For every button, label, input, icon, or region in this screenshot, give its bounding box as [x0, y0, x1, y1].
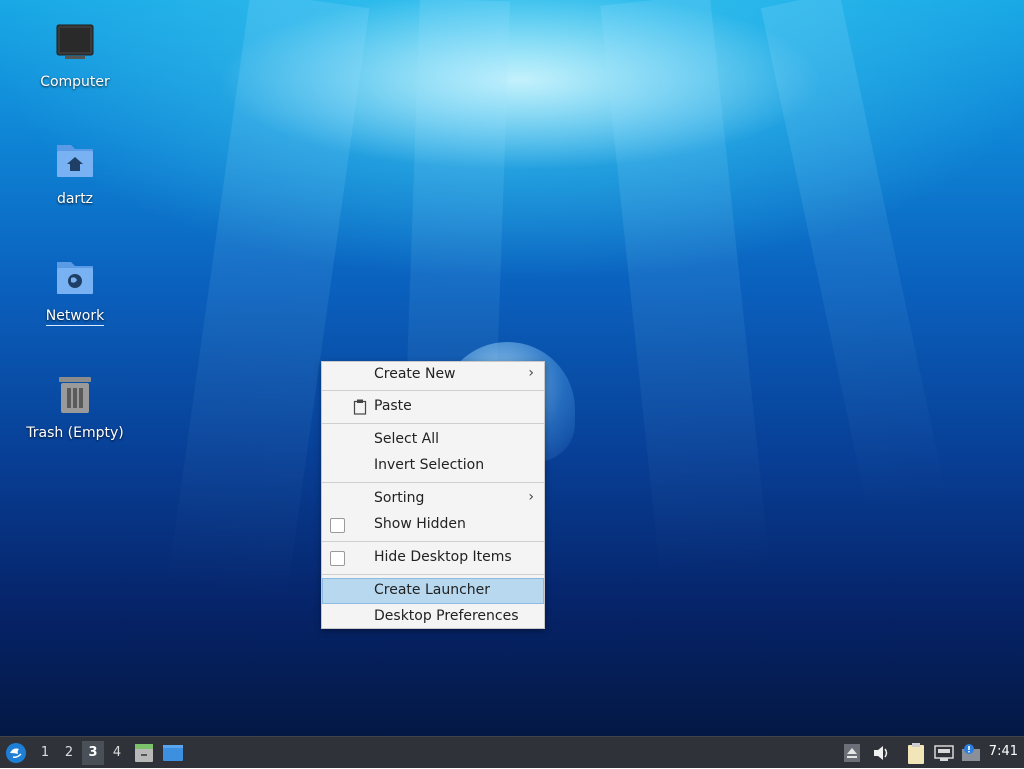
light-ray: [760, 0, 948, 517]
workspace-1-button[interactable]: 1: [34, 741, 56, 765]
speaker-icon: [874, 746, 888, 760]
file-manager-launcher[interactable]: [134, 742, 154, 764]
menu-item-create-launcher[interactable]: Create Launcher: [322, 578, 544, 604]
desktop-icon: [163, 745, 183, 761]
desktop-icon-computer[interactable]: Computer: [20, 22, 130, 90]
menu-item-label: Hide Desktop Items: [374, 549, 512, 565]
clipboard-icon: [908, 743, 924, 764]
eject-icon: [844, 744, 860, 762]
menu-item-sorting[interactable]: Sorting ›: [322, 486, 544, 512]
desktop-icon-label: dartz: [56, 191, 94, 207]
desktop-icon-home-folder[interactable]: dartz: [20, 139, 130, 207]
menu-item-label: Desktop Preferences: [374, 608, 519, 624]
menu-item-select-all[interactable]: Select All: [322, 427, 544, 453]
show-desktop-button[interactable]: [162, 742, 184, 764]
chevron-right-icon: ›: [528, 489, 534, 505]
menu-item-label: Create New: [374, 366, 456, 382]
chevron-right-icon: ›: [528, 365, 534, 381]
home-folder-icon: [51, 139, 99, 187]
menu-item-label: Show Hidden: [374, 516, 466, 532]
hide-desktop-items-checkbox[interactable]: [330, 551, 345, 566]
update-notifier-button[interactable]: [960, 743, 982, 763]
update-alert-icon: [962, 744, 980, 761]
menu-item-invert-selection[interactable]: Invert Selection: [322, 453, 544, 479]
menu-item-label: Paste: [374, 398, 412, 414]
menu-separator: [322, 574, 544, 575]
volume-button[interactable]: [872, 743, 890, 763]
taskbar: 1 2 3 4 7:41: [0, 736, 1024, 768]
menu-item-desktop-preferences[interactable]: Desktop Preferences: [322, 604, 544, 630]
workspace-2-button[interactable]: 2: [58, 741, 80, 765]
lxqt-logo-icon: [6, 743, 26, 763]
menu-item-label: Sorting: [374, 490, 425, 506]
menu-item-label: Invert Selection: [374, 457, 485, 473]
menu-separator: [322, 482, 544, 483]
file-cabinet-icon: [135, 744, 153, 762]
ethernet-icon: [934, 745, 954, 761]
menu-item-hide-desktop-items[interactable]: Hide Desktop Items: [322, 545, 544, 571]
desktop-icon-trash[interactable]: Trash (Empty): [20, 373, 130, 441]
menu-separator: [322, 390, 544, 391]
menu-separator: [322, 423, 544, 424]
menu-item-paste[interactable]: Paste: [322, 394, 544, 420]
trash-icon: [51, 373, 99, 421]
desktop-context-menu: Create New › Paste Select All Invert Sel…: [321, 361, 545, 629]
clock[interactable]: 7:41: [989, 744, 1018, 759]
desktop-icon-label: Network: [45, 308, 105, 326]
menu-item-show-hidden[interactable]: Show Hidden: [322, 512, 544, 538]
light-ray: [600, 0, 771, 583]
clipboard-manager-button[interactable]: [906, 743, 926, 764]
menu-item-create-new[interactable]: Create New ›: [322, 362, 544, 388]
show-hidden-checkbox[interactable]: [330, 518, 345, 533]
network-status-button[interactable]: [934, 743, 954, 763]
eject-button[interactable]: [844, 743, 860, 763]
workspace-4-button[interactable]: 4: [106, 741, 128, 765]
network-folder-icon: [51, 256, 99, 304]
desktop-background[interactable]: Computer dartz Network Trash (Empty) Cre…: [0, 0, 1024, 736]
workspace-3-button[interactable]: 3: [82, 741, 104, 765]
menu-separator: [322, 541, 544, 542]
desktop-icon-label: Trash (Empty): [26, 425, 124, 441]
computer-icon: [51, 22, 99, 70]
desktop-icon-label: Computer: [40, 74, 110, 90]
desktop-icon-network[interactable]: Network: [20, 256, 130, 326]
menu-item-label: Select All: [374, 431, 439, 447]
start-menu-button[interactable]: [4, 741, 28, 765]
clipboard-icon: [353, 399, 367, 419]
menu-item-label: Create Launcher: [374, 582, 491, 598]
